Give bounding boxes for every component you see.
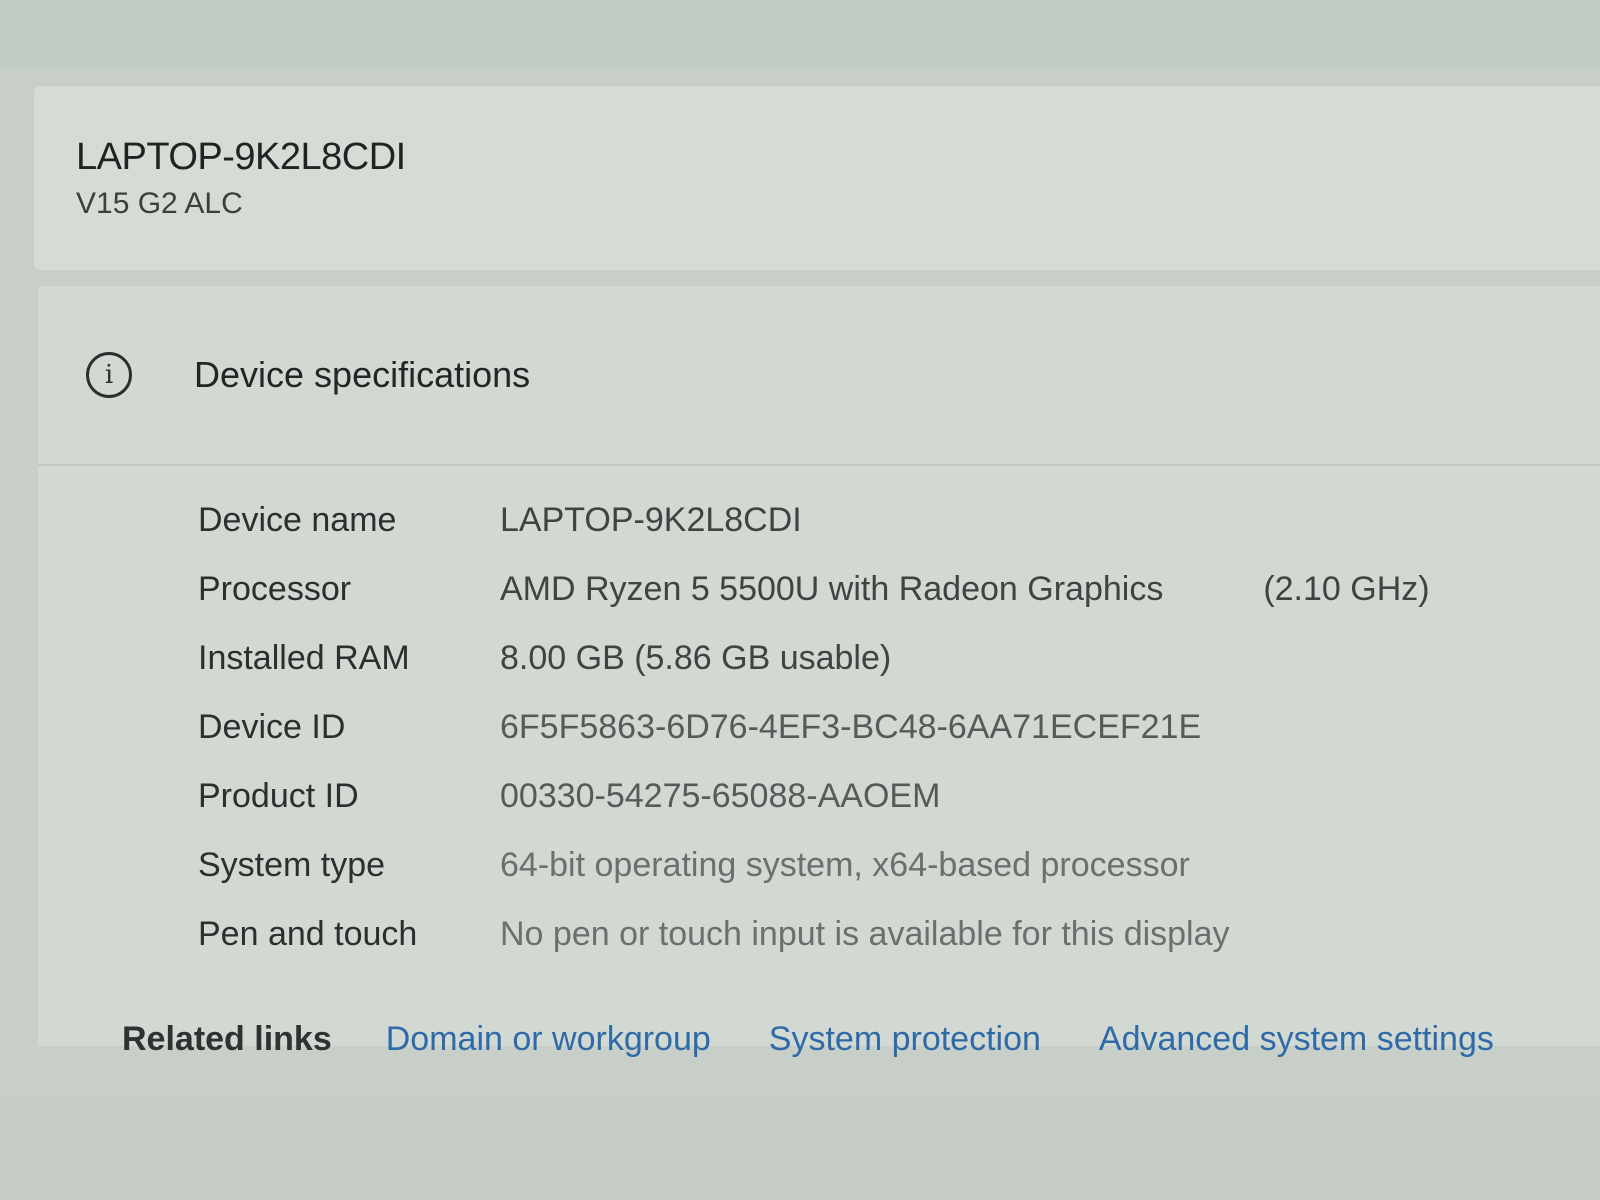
info-icon: i	[86, 352, 132, 398]
spec-label: Device name	[198, 501, 397, 539]
spec-label: Processor	[198, 570, 352, 608]
window-top-area	[0, 0, 1600, 70]
spec-row-device-id: Device ID 6F5F5863-6D76-4EF3-BC48-6AA71E…	[198, 693, 1430, 762]
spec-row-pen-and-touch: Pen and touch No pen or touch input is a…	[198, 900, 1430, 969]
spec-label: Product ID	[198, 777, 359, 815]
device-header-card: LAPTOP-9K2L8CDI V15 G2 ALC	[34, 86, 1600, 270]
processor-speed: (2.10 GHz)	[1263, 570, 1430, 608]
related-links: Related links Domain or workgroup System…	[122, 1020, 1552, 1059]
spec-value: No pen or touch input is available for t…	[500, 915, 1230, 953]
spec-value: 6F5F5863-6D76-4EF3-BC48-6AA71ECEF21E	[500, 708, 1202, 746]
spec-row-system-type: System type 64-bit operating system, x64…	[198, 831, 1430, 900]
window-bottom-area	[0, 1090, 1600, 1200]
related-links-label: Related links	[122, 1020, 332, 1058]
device-specifications-header[interactable]: i Device specifications	[38, 286, 1600, 466]
spec-row-device-name: Device name LAPTOP-9K2L8CDI	[198, 486, 1430, 555]
spec-label: Device ID	[198, 708, 346, 746]
spec-label: Pen and touch	[198, 915, 418, 953]
device-title[interactable]: LAPTOP-9K2L8CDI	[76, 136, 1600, 179]
spec-row-product-id: Product ID 00330-54275-65088-AAOEM	[198, 762, 1430, 831]
advanced-system-settings-link[interactable]: Advanced system settings	[1099, 1020, 1494, 1059]
spec-value-wrapper: AMD Ryzen 5 5500U with Radeon Graphics (2…	[500, 570, 1430, 609]
spec-label: System type	[198, 846, 386, 884]
spec-value: 8.00 GB (5.86 GB usable)	[500, 639, 892, 677]
domain-or-workgroup-link[interactable]: Domain or workgroup	[386, 1020, 711, 1059]
spec-value: 00330-54275-65088-AAOEM	[500, 777, 941, 815]
spec-value: LAPTOP-9K2L8CDI	[500, 501, 802, 539]
device-specifications-heading: Device specifications	[194, 354, 531, 395]
spec-label: Installed RAM	[198, 639, 410, 677]
spec-row-processor: Processor AMD Ryzen 5 5500U with Radeon …	[198, 555, 1430, 624]
device-specifications-card: i Device specifications Device name LAPT…	[38, 286, 1600, 1046]
spec-table: Device name LAPTOP-9K2L8CDI Processor AM…	[198, 486, 1430, 969]
spec-value: AMD Ryzen 5 5500U with Radeon Graphics	[500, 570, 1164, 608]
device-model: V15 G2 ALC	[76, 187, 243, 220]
spec-value: 64-bit operating system, x64-based proce…	[500, 846, 1190, 884]
spec-row-installed-ram: Installed RAM 8.00 GB (5.86 GB usable)	[198, 624, 1430, 693]
system-protection-link[interactable]: System protection	[769, 1020, 1041, 1059]
